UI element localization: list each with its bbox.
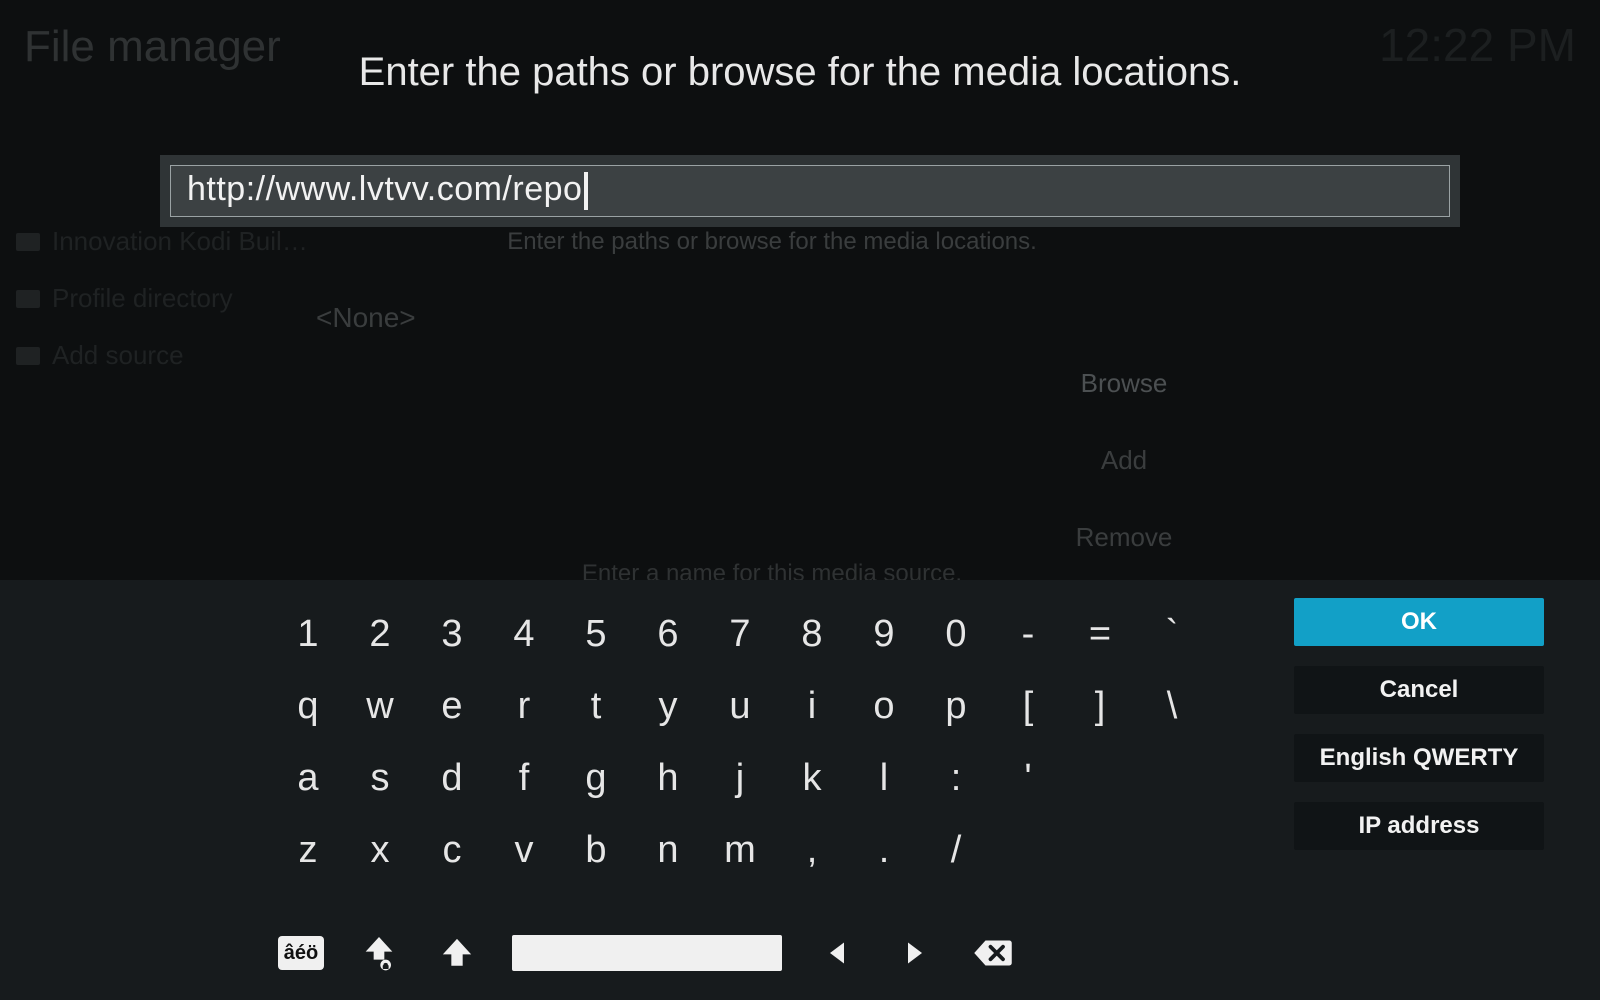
key-m[interactable]: m: [704, 814, 776, 886]
key-x[interactable]: x: [344, 814, 416, 886]
bg-panel-hint: Enter the paths or browse for the media …: [302, 228, 1242, 256]
keyboard-function-row: âéö: [278, 930, 1016, 976]
key-y[interactable]: y: [632, 670, 704, 742]
url-input-wrap: http://www.lvtvv.com/repo: [160, 155, 1460, 227]
sidebar-item-label: Innovation Kodi Buil…: [52, 226, 308, 257]
key-8[interactable]: 8: [776, 598, 848, 670]
key-p[interactable]: p: [920, 670, 992, 742]
key-q[interactable]: q: [272, 670, 344, 742]
spacebar[interactable]: [512, 935, 782, 971]
key-\[interactable]: \: [1136, 670, 1208, 742]
key-,[interactable]: ,: [776, 814, 848, 886]
cursor-left-button[interactable]: [814, 930, 860, 976]
key-1[interactable]: 1: [272, 598, 344, 670]
shift-button[interactable]: [434, 930, 480, 976]
key-f[interactable]: f: [488, 742, 560, 814]
bg-add-button: Add: [1024, 445, 1224, 476]
key-v[interactable]: v: [488, 814, 560, 886]
keyboard-row: 1234567890-=`: [272, 598, 1208, 670]
key-u[interactable]: u: [704, 670, 776, 742]
key-`[interactable]: `: [1136, 598, 1208, 670]
sidebar-item-label: Profile directory: [52, 283, 233, 314]
caps-lock-button[interactable]: [356, 930, 402, 976]
key-3[interactable]: 3: [416, 598, 488, 670]
sidebar-item: Add source: [16, 340, 308, 371]
ok-button[interactable]: OK: [1294, 598, 1544, 646]
keyboard-row: zxcvbnm,./: [272, 814, 1208, 886]
key-[[interactable]: [: [992, 670, 1064, 742]
ip-address-button[interactable]: IP address: [1294, 802, 1544, 850]
key-t[interactable]: t: [560, 670, 632, 742]
backspace-icon: [973, 938, 1013, 968]
key-.[interactable]: .: [848, 814, 920, 886]
sidebar: Innovation Kodi Buil… Profile directory …: [16, 200, 308, 397]
folder-icon: [16, 233, 40, 251]
key-s[interactable]: s: [344, 742, 416, 814]
bg-remove-button: Remove: [1024, 522, 1224, 553]
keyboard-panel: 1234567890-=`qwertyuiop[]\asdfghjkl:'zxc…: [0, 580, 1600, 1000]
key-i[interactable]: i: [776, 670, 848, 742]
key-n[interactable]: n: [632, 814, 704, 886]
bg-panel-buttons: Browse Add Remove: [1024, 322, 1224, 599]
key-d[interactable]: d: [416, 742, 488, 814]
text-cursor: [584, 172, 588, 210]
url-input-value: http://www.lvtvv.com/repo: [187, 170, 582, 208]
key-'[interactable]: ': [992, 742, 1064, 814]
keyboard-row: qwertyuiop[]\: [272, 670, 1208, 742]
key-2[interactable]: 2: [344, 598, 416, 670]
key-c[interactable]: c: [416, 814, 488, 886]
key-h[interactable]: h: [632, 742, 704, 814]
key-/[interactable]: /: [920, 814, 992, 886]
key-][interactable]: ]: [1064, 670, 1136, 742]
key-z[interactable]: z: [272, 814, 344, 886]
url-input[interactable]: http://www.lvtvv.com/repo: [170, 165, 1450, 217]
key-:[interactable]: :: [920, 742, 992, 814]
triangle-left-icon: [823, 939, 851, 967]
cursor-right-button[interactable]: [892, 930, 938, 976]
key-e[interactable]: e: [416, 670, 488, 742]
key-r[interactable]: r: [488, 670, 560, 742]
triangle-right-icon: [901, 939, 929, 967]
key-w[interactable]: w: [344, 670, 416, 742]
sidebar-item-label: Add source: [52, 340, 184, 371]
bg-none-value: <None>: [302, 292, 990, 358]
key-5[interactable]: 5: [560, 598, 632, 670]
key-=[interactable]: =: [1064, 598, 1136, 670]
caps-lock-icon: [363, 934, 395, 972]
shift-icon: [440, 936, 474, 970]
key-4[interactable]: 4: [488, 598, 560, 670]
key-6[interactable]: 6: [632, 598, 704, 670]
folder-icon: [16, 347, 40, 365]
key-l[interactable]: l: [848, 742, 920, 814]
bg-browse-button: Browse: [1024, 368, 1224, 399]
key-7[interactable]: 7: [704, 598, 776, 670]
folder-icon: [16, 290, 40, 308]
sidebar-item: Innovation Kodi Buil…: [16, 226, 308, 257]
key-g[interactable]: g: [560, 742, 632, 814]
keyboard-rows: 1234567890-=`qwertyuiop[]\asdfghjkl:'zxc…: [272, 598, 1208, 886]
key-9[interactable]: 9: [848, 598, 920, 670]
modal-title: Enter the paths or browse for the media …: [0, 50, 1600, 95]
key-b[interactable]: b: [560, 814, 632, 886]
keyboard-layout-button[interactable]: English QWERTY: [1294, 734, 1544, 782]
accent-chars-button[interactable]: âéö: [278, 936, 324, 970]
keyboard-row: asdfghjkl:': [272, 742, 1208, 814]
key-a[interactable]: a: [272, 742, 344, 814]
cancel-button[interactable]: Cancel: [1294, 666, 1544, 714]
key-0[interactable]: 0: [920, 598, 992, 670]
key-j[interactable]: j: [704, 742, 776, 814]
sidebar-item: Profile directory: [16, 283, 308, 314]
key-o[interactable]: o: [848, 670, 920, 742]
backspace-button[interactable]: [970, 930, 1016, 976]
keyboard-side-buttons: OK Cancel English QWERTY IP address: [1294, 598, 1544, 850]
key-k[interactable]: k: [776, 742, 848, 814]
key--[interactable]: -: [992, 598, 1064, 670]
